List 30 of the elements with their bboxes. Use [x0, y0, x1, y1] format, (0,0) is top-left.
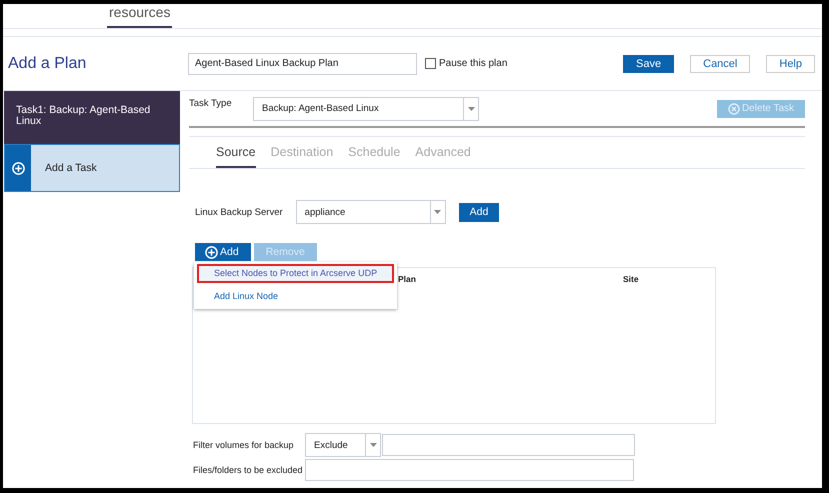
- pause-checkbox[interactable]: [425, 58, 436, 69]
- task-type-label: Task Type: [189, 98, 233, 109]
- page-tab[interactable]: resources: [107, 4, 172, 28]
- excluded-field[interactable]: [305, 459, 634, 481]
- server-label: Linux Backup Server: [195, 206, 283, 218]
- node-toolbar-button[interactable]: Add: [195, 243, 251, 261]
- add-task-label: Add a Task: [45, 162, 97, 174]
- filter-field[interactable]: [382, 434, 635, 456]
- add-icon: [205, 246, 218, 258]
- task-type-select[interactable]: Backup: Agent-Based Linux: [253, 96, 479, 120]
- server-select[interactable]: appliance: [296, 200, 446, 224]
- caret-icon: [434, 210, 442, 214]
- page-title: Add a Plan: [7, 54, 88, 72]
- filter-label: Filter volumes for backup: [193, 440, 295, 450]
- add-icon: [12, 162, 24, 174]
- section-tab[interactable]: Source: [216, 137, 256, 168]
- excluded-label: Files/folders to be excluded: [193, 465, 303, 475]
- column-header: Site: [623, 274, 639, 284]
- sidebar-item[interactable]: Task1: Backup: Agent-Based Linux: [4, 91, 180, 144]
- menu-item[interactable]: Add Linux Node: [197, 287, 394, 306]
- close-icon: [728, 102, 740, 114]
- menu-item[interactable]: Select Nodes to Protect in Arcserve UDP: [197, 264, 394, 283]
- caret-icon: [468, 106, 474, 110]
- plan-name-field[interactable]: Agent-Based Linux Backup Plan: [188, 52, 417, 74]
- add-server-button[interactable]: Add: [458, 202, 500, 222]
- add-task-item[interactable]: Add a Task: [4, 144, 180, 192]
- caret-icon: [370, 443, 376, 447]
- filter-select[interactable]: Exclude: [305, 433, 381, 457]
- pause-label: Pause this plan: [439, 58, 508, 69]
- column-header: Plan: [398, 274, 416, 284]
